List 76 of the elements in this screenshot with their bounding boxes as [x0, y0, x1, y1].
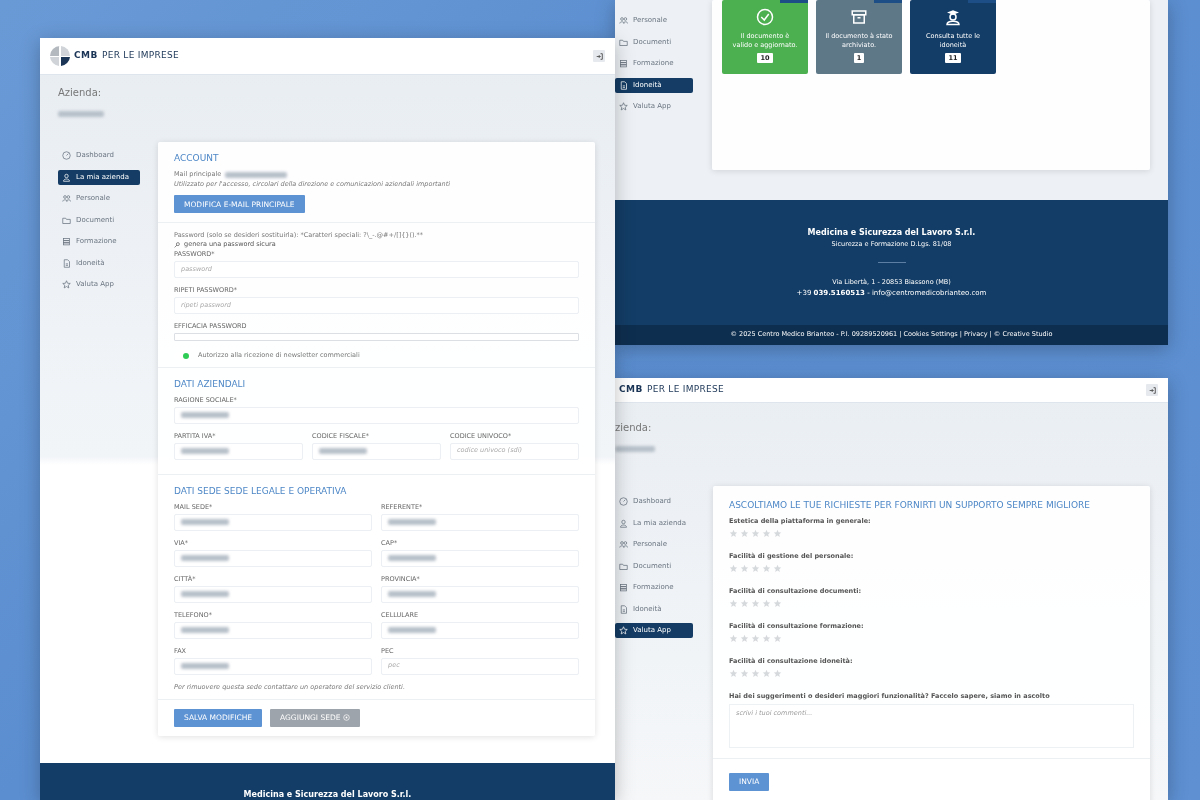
input-field[interactable] [174, 657, 372, 675]
folder-icon [619, 561, 628, 571]
star-icon [751, 564, 760, 573]
star-icon [762, 669, 771, 678]
folder-icon [619, 37, 628, 47]
document-icon [619, 80, 628, 90]
star-icon [762, 634, 771, 643]
star-icon [62, 280, 71, 289]
star-icon [751, 599, 760, 608]
gauge-icon [619, 497, 628, 506]
check-circle-icon [756, 8, 774, 26]
input-field[interactable] [381, 549, 579, 567]
star-icon [740, 564, 749, 573]
user-icon [62, 172, 71, 182]
books-icon [62, 237, 71, 246]
books-icon [619, 583, 628, 592]
star-icon [740, 634, 749, 643]
star-icon [740, 669, 749, 678]
user-icon [619, 518, 628, 528]
input-field[interactable] [381, 513, 579, 531]
section-title: DATI AZIENDALI [174, 377, 247, 390]
input-field[interactable] [174, 585, 372, 603]
star-icon [773, 599, 782, 608]
star-icon [751, 529, 760, 538]
input-field[interactable] [381, 621, 579, 639]
star-icon [740, 599, 749, 608]
section-title: ACCOUNT [174, 152, 220, 164]
logo-text: CMB [74, 49, 98, 63]
star-icon [751, 669, 760, 678]
company-label: Azienda: [58, 86, 103, 100]
document-icon [62, 258, 71, 268]
input-field[interactable] [174, 621, 372, 639]
people-icon [619, 540, 628, 549]
star-icon [751, 634, 760, 643]
star-icon [773, 564, 782, 573]
star-icon [740, 529, 749, 538]
star-icon [619, 102, 628, 111]
document-icon [619, 604, 628, 614]
people-icon [619, 16, 628, 25]
footer-title: Medicina e Sicurezza del Lavoro S.r.l. [243, 789, 412, 800]
input-field[interactable] [381, 585, 579, 603]
input-field[interactable] [174, 513, 372, 531]
logo-tagline: PER LE IMPRESE [101, 49, 180, 63]
input-field[interactable] [174, 442, 303, 460]
star-icon [729, 529, 738, 538]
input-field[interactable] [312, 442, 441, 460]
logo-tagline: PER LE IMPRESE [646, 383, 725, 397]
logout-button[interactable] [1146, 384, 1158, 396]
books-icon [619, 59, 628, 68]
star-icon [729, 669, 738, 678]
star-icon [729, 634, 738, 643]
star-icon [619, 626, 628, 635]
star-icon [773, 634, 782, 643]
input-field[interactable] [174, 549, 372, 567]
archive-box-icon [850, 8, 868, 26]
form-title: ASCOLTIAMO LE TUE RICHIESTE PER FORNIRTI UN SUPPORTO SEMPRE MIGLIORE [729, 499, 1091, 511]
logout-button[interactable] [593, 50, 605, 62]
input-field[interactable] [174, 406, 579, 424]
star-icon [773, 669, 782, 678]
folder-icon [62, 215, 71, 225]
circle-dot-icon [342, 714, 350, 722]
graduate-icon [944, 8, 962, 26]
company-label: zienda: [615, 421, 653, 435]
star-icon [773, 529, 782, 538]
logo-text: CMB [619, 383, 643, 397]
section-title: DATI SEDE SEDE LEGALE E OPERATIVA [174, 484, 348, 497]
star-icon [762, 599, 771, 608]
people-icon [62, 194, 71, 203]
key-icon [174, 242, 180, 249]
star-icon [762, 564, 771, 573]
star-icon [729, 564, 738, 573]
star-icon [729, 599, 738, 608]
logo-icon [50, 46, 70, 66]
gauge-icon [62, 151, 71, 160]
footer-title: Medicina e Sicurezza del Lavoro S.r.l. [807, 228, 976, 237]
star-icon [762, 529, 771, 538]
